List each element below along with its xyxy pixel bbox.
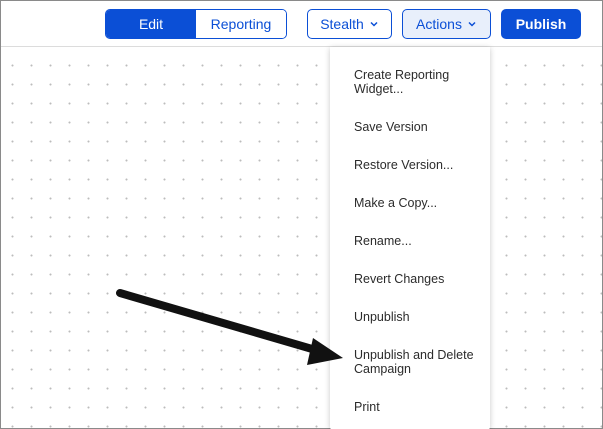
menu-item-restore-version[interactable]: Restore Version...: [354, 158, 484, 172]
menu-item-print[interactable]: Print: [354, 400, 484, 414]
mode-toggle: Edit Reporting: [105, 9, 287, 39]
chevron-down-icon: [468, 21, 476, 27]
edit-mode-button[interactable]: Edit: [106, 10, 196, 38]
actions-label: Actions: [416, 16, 462, 32]
reporting-mode-button[interactable]: Reporting: [196, 10, 286, 38]
top-toolbar: Edit Reporting Stealth Actions Publish: [1, 1, 602, 47]
menu-item-unpublish-and-delete-campaign[interactable]: Unpublish and Delete Campaign: [354, 348, 484, 376]
stealth-dropdown-button[interactable]: Stealth: [307, 9, 392, 39]
menu-item-unpublish[interactable]: Unpublish: [354, 310, 484, 324]
actions-menu: Create Reporting Widget... Save Version …: [330, 47, 490, 429]
menu-item-revert-changes[interactable]: Revert Changes: [354, 272, 484, 286]
chevron-down-icon: [370, 21, 378, 27]
menu-item-create-reporting-widget[interactable]: Create Reporting Widget...: [354, 68, 484, 96]
publish-button[interactable]: Publish: [501, 9, 581, 39]
menu-item-make-a-copy[interactable]: Make a Copy...: [354, 196, 484, 210]
actions-dropdown-button[interactable]: Actions: [402, 9, 491, 39]
stealth-label: Stealth: [320, 16, 364, 32]
menu-item-rename[interactable]: Rename...: [354, 234, 484, 248]
menu-item-save-version[interactable]: Save Version: [354, 120, 484, 134]
editor-canvas[interactable]: [1, 48, 602, 428]
